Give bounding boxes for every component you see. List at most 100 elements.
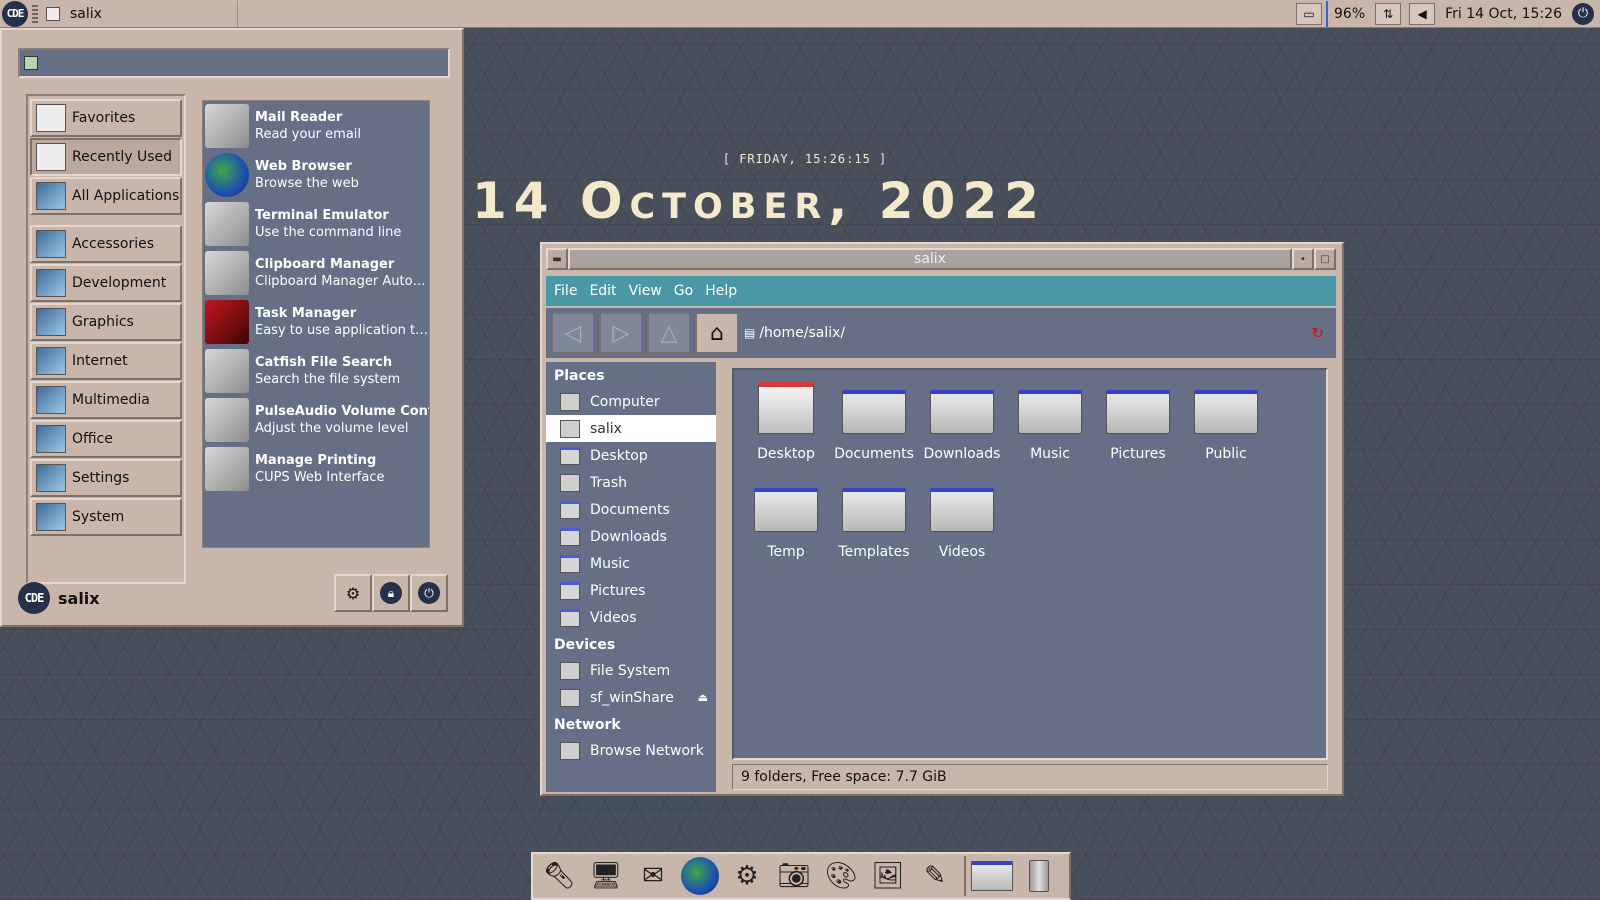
camera-icon[interactable]: 📷︎ xyxy=(772,854,816,898)
trash-icon[interactable] xyxy=(1017,854,1061,898)
home-button[interactable]: ⌂ xyxy=(696,313,738,353)
eject-icon[interactable]: ⏏ xyxy=(698,691,708,704)
image-viewer-icon[interactable]: 🖼︎ xyxy=(866,854,910,898)
network-icon xyxy=(560,741,580,760)
place-videos[interactable]: Videos xyxy=(546,604,716,631)
menu-go[interactable]: Go xyxy=(674,283,693,299)
computer-icon xyxy=(560,392,580,411)
file-manager-icon[interactable] xyxy=(970,854,1014,898)
device-file-system[interactable]: File System xyxy=(546,657,716,684)
up-button[interactable]: △ xyxy=(648,313,690,353)
file-view[interactable]: Desktop Documents Downloads Music Pictur… xyxy=(732,368,1328,760)
file-item-videos[interactable]: Videos xyxy=(918,480,1006,578)
forward-button[interactable]: ▷ xyxy=(600,313,642,353)
search-input[interactable] xyxy=(38,52,448,74)
app-clipboard-manager[interactable]: Clipboard Manager Clipboard Manager Autos… xyxy=(203,248,429,297)
app-web-browser[interactable]: Web Browser Browse the web xyxy=(203,150,429,199)
minimize-button[interactable]: • xyxy=(1292,248,1314,270)
place-computer[interactable]: Computer xyxy=(546,388,716,415)
file-item-public[interactable]: Public xyxy=(1182,382,1270,480)
taskbar-item-salix[interactable]: salix xyxy=(42,0,238,27)
app-manage-printing[interactable]: Manage Printing CUPS Web Interface xyxy=(203,444,429,493)
app-name: Clipboard Manager xyxy=(255,256,395,272)
office-icon xyxy=(36,425,66,453)
battery-indicator[interactable]: 96% xyxy=(1326,0,1371,27)
file-item-music[interactable]: Music xyxy=(1006,382,1094,480)
terminal-icon[interactable]: 🖥︎ xyxy=(584,854,628,898)
place-pictures[interactable]: Pictures xyxy=(546,577,716,604)
window-menu-button[interactable]: ▬ xyxy=(546,248,568,270)
file-item-temp[interactable]: Temp xyxy=(742,480,830,578)
folder-icon xyxy=(930,390,994,434)
menu-file[interactable]: File xyxy=(554,283,577,299)
place-salix[interactable]: salix xyxy=(546,415,716,442)
network-icon[interactable]: ⇅ xyxy=(1375,2,1402,25)
app-mail-reader[interactable]: Mail Reader Read your email xyxy=(203,101,429,150)
category-accessories[interactable]: Accessories xyxy=(30,225,182,263)
file-item-templates[interactable]: Templates xyxy=(830,480,918,578)
place-music[interactable]: Music xyxy=(546,550,716,577)
category-development[interactable]: Development xyxy=(30,264,182,302)
place-trash[interactable]: Trash xyxy=(546,469,716,496)
system-icon xyxy=(36,503,66,531)
search-icon xyxy=(24,56,38,70)
app-task-manager[interactable]: Task ManagerEasy to use application to m… xyxy=(203,297,429,346)
menu-view[interactable]: View xyxy=(629,283,662,299)
up-arrow-icon: △ xyxy=(660,320,678,346)
file-item-desktop[interactable]: Desktop xyxy=(742,382,830,480)
app-description: Read your email xyxy=(255,126,362,142)
desktop-clock-date: 14 October, 2022 xyxy=(472,172,1046,230)
volume-icon[interactable]: ◀ xyxy=(1409,2,1436,25)
flashlight-icon[interactable]: 🔦︎ xyxy=(537,854,581,898)
file-item-documents[interactable]: Documents xyxy=(830,382,918,480)
category-label: Development xyxy=(72,275,167,291)
logout-button[interactable]: ⏻ xyxy=(410,574,448,612)
device-sf-winshare[interactable]: sf_winShare ⏏ xyxy=(546,684,716,711)
settings-icon[interactable]: ⚙ xyxy=(725,854,769,898)
panel-clock[interactable]: Fri 14 Oct, 15:26 xyxy=(1439,1,1568,27)
cde-logo-icon[interactable]: CDE xyxy=(2,0,28,27)
file-item-downloads[interactable]: Downloads xyxy=(918,382,1006,480)
category-graphics[interactable]: Graphics xyxy=(30,303,182,341)
category-all-applications[interactable]: All Applications xyxy=(30,177,182,215)
place-label: Pictures xyxy=(590,582,646,599)
app-catfish-file-search[interactable]: Catfish File Search Search the file syste… xyxy=(203,346,429,395)
multimedia-icon xyxy=(36,386,66,414)
place-desktop[interactable]: Desktop xyxy=(546,442,716,469)
mail-icon[interactable]: ✉ xyxy=(631,854,675,898)
category-settings[interactable]: Settings xyxy=(30,459,182,497)
app-name: Terminal Emulator xyxy=(255,207,389,223)
window-title[interactable]: salix xyxy=(568,248,1292,270)
app-pulseaudio-volume-control[interactable]: PulseAudio Volume ControlAdjust the volu… xyxy=(203,395,429,444)
power-icon[interactable]: ⏻ xyxy=(1572,2,1594,25)
network-label: Browse Network xyxy=(590,742,704,759)
menu-edit[interactable]: Edit xyxy=(589,283,616,299)
place-downloads[interactable]: Downloads xyxy=(546,523,716,550)
category-internet[interactable]: Internet xyxy=(30,342,182,380)
category-office[interactable]: Office xyxy=(30,420,182,458)
location-bar[interactable]: ▤ /home/salix/ ↻ xyxy=(744,313,1330,353)
help-editor-icon[interactable]: ✎ xyxy=(913,854,957,898)
clipboard-icon xyxy=(205,250,249,295)
back-button[interactable]: ◁ xyxy=(552,313,594,353)
category-recently-used[interactable]: Recently Used xyxy=(30,138,182,176)
menu-help[interactable]: Help xyxy=(705,283,737,299)
category-multimedia[interactable]: Multimedia xyxy=(30,381,182,419)
place-documents[interactable]: Documents xyxy=(546,496,716,523)
panel-handle[interactable] xyxy=(32,4,38,23)
network-browse[interactable]: Browse Network xyxy=(546,737,716,764)
category-system[interactable]: System xyxy=(30,498,182,536)
category-favorites[interactable]: Favorites xyxy=(30,99,182,137)
maximize-button[interactable]: □ xyxy=(1314,248,1336,270)
file-item-pictures[interactable]: Pictures xyxy=(1094,382,1182,480)
paint-icon[interactable]: 🎨︎ xyxy=(819,854,863,898)
lock-screen-button[interactable]: 🔒︎ xyxy=(372,574,410,612)
settings-manager-button[interactable]: ⚙ xyxy=(334,574,372,612)
app-terminal-emulator[interactable]: Terminal Emulator Use the command line xyxy=(203,199,429,248)
user-name: salix xyxy=(58,588,100,608)
web-browser-icon[interactable] xyxy=(678,854,722,898)
place-label: Videos xyxy=(590,609,637,626)
window-titlebar[interactable]: ▬ salix • □ xyxy=(546,248,1336,272)
reload-icon[interactable]: ↻ xyxy=(1311,324,1324,342)
screenshot-icon[interactable]: ▭ xyxy=(1296,2,1323,25)
